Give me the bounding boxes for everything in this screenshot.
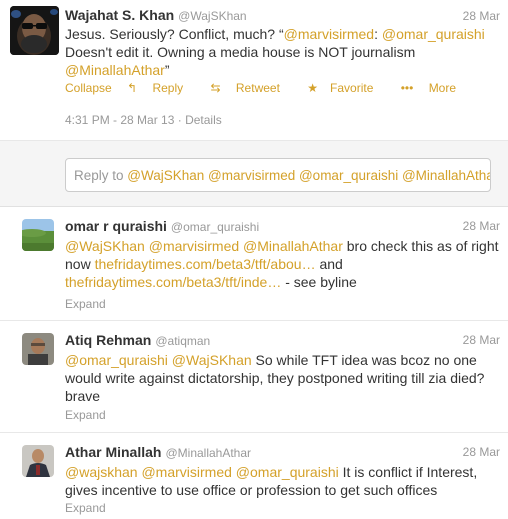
tweet-text-part: ” [164,62,170,78]
author-handle[interactable]: @MinallahAthar [165,446,251,460]
reply-area: Reply to @WajSKhan @marvisirmed @omar_qu… [0,140,508,207]
reply-label: Reply [152,81,184,95]
reply-mentions[interactable]: @omar_quraishi @WajSKhan [65,352,252,368]
reply-action[interactable]: ↰ Reply [127,81,195,95]
author-handle[interactable]: @atiqman [155,334,210,348]
reply-input[interactable]: Reply to @WajSKhan @marvisirmed @omar_qu… [65,158,491,192]
url-link[interactable]: thefridaytimes.com/beta3/tft/inde… [65,274,281,290]
mention-minallahathar[interactable]: @MinallahAthar [65,62,165,78]
tweet-text-part: Jesus. Seriously? Conflict, much? “ [65,26,284,42]
reply-icon: ↰ [127,81,138,95]
reply-line: now thefridaytimes.com/beta3/tft/abou… a… [65,255,501,273]
reply-text-part: It is conflict if Interest, [338,464,478,480]
tweet-line-2: Doesn't edit it. Owning a media house is… [65,44,416,60]
reply-line: gives incentive to use office or profess… [65,482,438,498]
collapse-link[interactable]: Collapse [65,81,112,95]
expand-link[interactable]: Expand [65,408,106,422]
retweet-action[interactable]: ⇆ Retweet [210,81,291,95]
meta-separator: · [174,113,186,127]
avatar[interactable] [22,445,54,477]
reply-line: brave [65,388,101,404]
avatar[interactable] [22,219,54,251]
avatar[interactable] [22,333,54,365]
author-name[interactable]: Wajahat S. Khan [65,7,174,23]
tweet-timestamp[interactable]: 4:31 PM - 28 Mar 13 [65,113,174,127]
reply-date[interactable]: 28 Mar [463,445,500,459]
mention-omar-quraishi[interactable]: @omar_quraishi [382,26,485,42]
tweet-author[interactable]: Wajahat S. Khan @WajSKhan [65,7,247,23]
list-item[interactable]: Atiq Rehman @atiqman 28 Mar @omar_quraish… [0,321,508,433]
reply-text: @wajskhan @marvisirmed @omar_quraishi It… [65,463,501,499]
author-name[interactable]: omar r quraishi [65,218,167,234]
reply-mentions[interactable]: @WajSKhan @marvisirmed @MinallahAthar [65,238,343,254]
reply-text-part: and [315,256,343,272]
reply-author[interactable]: Athar Minallah @MinallahAthar [65,444,251,460]
reply-date[interactable]: 28 Mar [463,333,500,347]
reply-author[interactable]: omar r quraishi @omar_quraishi [65,218,259,234]
more-icon: ••• [400,81,414,95]
reply-date[interactable]: 28 Mar [463,219,500,233]
reply-prefix: Reply to [74,168,128,183]
reply-text-part: bro check this as of right [342,238,499,254]
list-item[interactable]: Athar Minallah @MinallahAthar 28 Mar @waj… [0,433,508,519]
more-label: More [428,81,457,95]
reply-line: thefridaytimes.com/beta3/tft/inde… - see… [65,273,501,291]
reply-text: @omar_quraishi @WajSKhan So while TFT id… [65,351,501,405]
tweet-actions: Collapse ↰ Reply ⇆ Retweet ★ Favorite •••… [65,81,480,95]
star-icon: ★ [307,81,319,95]
tweet-line-3: @MinallahAthar” [65,61,501,79]
reply-line: @WajSKhan @marvisirmed @MinallahAthar br… [65,237,501,255]
list-item[interactable]: omar r quraishi @omar_quraishi 28 Mar @Wa… [0,207,508,321]
author-name[interactable]: Athar Minallah [65,444,161,460]
expand-link[interactable]: Expand [65,297,106,311]
reply-text: @WajSKhan @marvisirmed @MinallahAthar br… [65,237,501,291]
reply-text-part: now [65,256,95,272]
retweet-icon: ⇆ [210,81,221,95]
reply-line: @omar_quraishi @WajSKhan So while TFT id… [65,351,501,369]
details-link[interactable]: Details [185,113,222,127]
url-link[interactable]: thefridaytimes.com/beta3/tft/abou… [95,256,316,272]
reply-mentions[interactable]: @wajskhan @marvisirmed @omar_quraishi [65,464,339,480]
reply-text-part: - see byline [281,274,357,290]
reply-line: would write against dictatorship, they p… [65,370,485,386]
reply-line: @wajskhan @marvisirmed @omar_quraishi It… [65,463,501,481]
expand-link[interactable]: Expand [65,501,106,515]
author-handle[interactable]: @omar_quraishi [171,220,259,234]
tweet-meta: 4:31 PM - 28 Mar 13 · Details [65,113,222,127]
favorite-label: Favorite [330,81,374,95]
author-handle[interactable]: @WajSKhan [178,9,246,23]
reply-author[interactable]: Atiq Rehman @atiqman [65,332,210,348]
retweet-label: Retweet [235,81,280,95]
mention-marvisirmed[interactable]: @marvisirmed [284,26,374,42]
tweet-date[interactable]: 28 Mar [463,9,500,23]
avatar[interactable] [10,6,59,55]
expanded-tweet: Wajahat S. Khan @WajSKhan 28 Mar Jesus. S… [0,0,508,140]
author-name[interactable]: Atiq Rehman [65,332,151,348]
tweet-text: Jesus. Seriously? Conflict, much? “@marv… [65,25,501,79]
favorite-action[interactable]: ★ Favorite [307,81,385,95]
tweet-line-1: Jesus. Seriously? Conflict, much? “@marv… [65,25,501,43]
more-action[interactable]: ••• More [401,81,468,95]
tweet-text-part: : [374,26,382,42]
reply-text-part: So while TFT idea was bcoz no one [251,352,477,368]
reply-mentions: @WajSKhan @marvisirmed @omar_quraishi @M… [127,168,491,183]
